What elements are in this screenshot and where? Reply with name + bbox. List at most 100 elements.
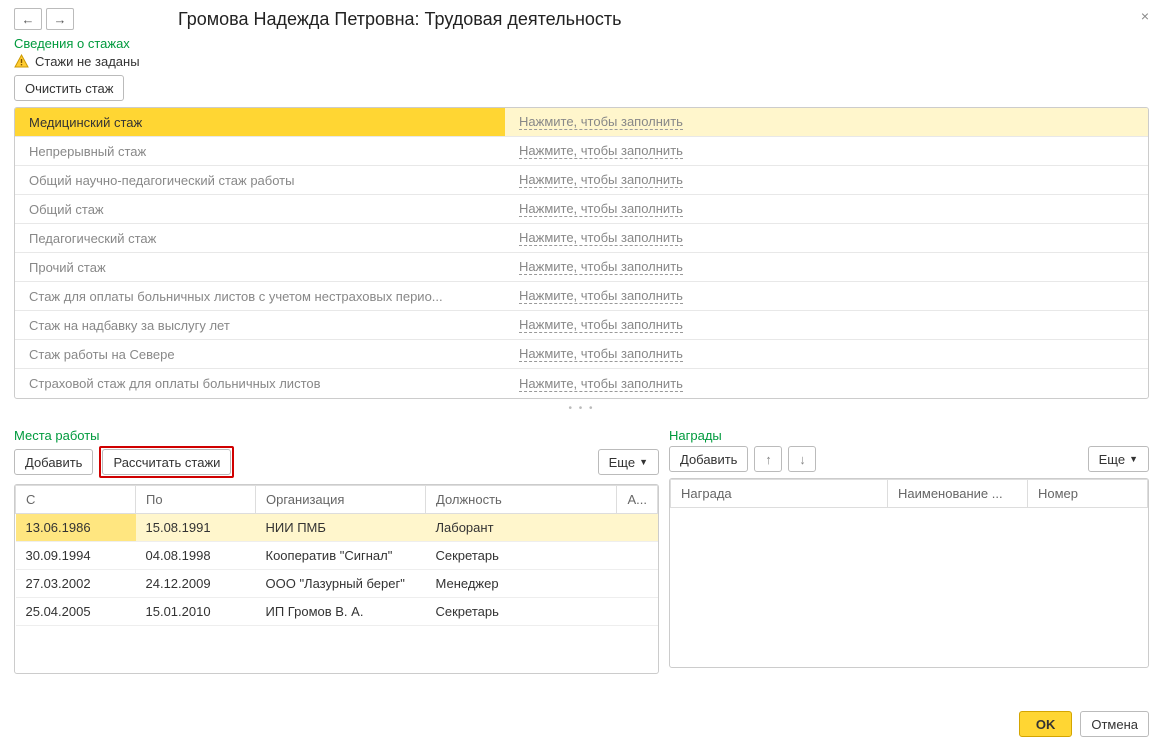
staj-type-name: Педагогический стаж xyxy=(15,224,505,252)
cell-to: 24.12.2009 xyxy=(136,570,256,598)
awards-more-button[interactable]: Еще ▼ xyxy=(1088,446,1149,472)
staj-fill-cell: Нажмите, чтобы заполнить xyxy=(505,108,1148,136)
staj-fill-link[interactable]: Нажмите, чтобы заполнить xyxy=(519,259,683,275)
more-label: Еще xyxy=(1099,452,1125,467)
col-award-num[interactable]: Номер xyxy=(1028,480,1148,508)
cell-from: 30.09.1994 xyxy=(16,542,136,570)
staj-fill-cell: Нажмите, чтобы заполнить xyxy=(505,137,1148,165)
staj-type-row[interactable]: Страховой стаж для оплаты больничных лис… xyxy=(15,369,1148,398)
col-last[interactable]: А... xyxy=(617,486,658,514)
staj-type-name: Стаж работы на Севере xyxy=(15,340,505,368)
staj-fill-link[interactable]: Нажмите, чтобы заполнить xyxy=(519,376,683,392)
cell-pos: Лаборант xyxy=(426,514,617,542)
cell-last xyxy=(617,570,658,598)
window: ← → Громова Надежда Петровна: Трудовая д… xyxy=(0,0,1163,749)
staj-fill-cell: Нажмите, чтобы заполнить xyxy=(505,340,1148,368)
staj-fill-cell: Нажмите, чтобы заполнить xyxy=(505,282,1148,310)
chevron-down-icon: ▼ xyxy=(639,457,648,467)
staj-fill-cell: Нажмите, чтобы заполнить xyxy=(505,311,1148,339)
move-down-button[interactable]: ↓ xyxy=(788,446,816,472)
calc-highlight: Рассчитать стажи xyxy=(99,446,234,478)
cell-pos: Секретарь xyxy=(426,542,617,570)
col-award-name[interactable]: Наименование ... xyxy=(888,480,1028,508)
cell-from: 27.03.2002 xyxy=(16,570,136,598)
table-row[interactable]: 30.09.199404.08.1998Кооператив "Сигнал"С… xyxy=(16,542,658,570)
staj-type-row[interactable]: Педагогический стаж Нажмите, чтобы заполн… xyxy=(15,224,1148,253)
workplaces-grid[interactable]: С По Организация Должность А... 13.06.19… xyxy=(14,484,659,674)
cell-from: 25.04.2005 xyxy=(16,598,136,626)
cell-pos: Менеджер xyxy=(426,570,617,598)
staj-types-table: Медицинский стажНажмите, чтобы заполнить… xyxy=(14,107,1149,399)
cell-last xyxy=(617,598,658,626)
staj-fill-cell: Нажмите, чтобы заполнить xyxy=(505,224,1148,252)
staj-fill-link[interactable]: Нажмите, чтобы заполнить xyxy=(519,346,683,362)
col-to[interactable]: По xyxy=(136,486,256,514)
cell-from: 13.06.1986 xyxy=(16,514,136,542)
workplaces-more-button[interactable]: Еще ▼ xyxy=(598,449,659,475)
nav-back-button[interactable]: ← xyxy=(14,8,42,30)
table-row[interactable]: 25.04.200515.01.2010ИП Громов В. А.Секре… xyxy=(16,598,658,626)
awards-add-button[interactable]: Добавить xyxy=(669,446,748,472)
chevron-down-icon: ▼ xyxy=(1129,454,1138,464)
clear-staj-button[interactable]: Очистить стаж xyxy=(14,75,124,101)
staj-type-name: Общий научно-педагогический стаж работы xyxy=(15,166,505,194)
nav-forward-button[interactable]: → xyxy=(46,8,74,30)
workplaces-add-button[interactable]: Добавить xyxy=(14,449,93,475)
cell-to: 15.01.2010 xyxy=(136,598,256,626)
warning-icon xyxy=(14,54,29,69)
staj-type-row[interactable]: Медицинский стажНажмите, чтобы заполнить xyxy=(15,108,1148,137)
staj-type-row[interactable]: Прочий стаж Нажмите, чтобы заполнить xyxy=(15,253,1148,282)
cell-org: ООО "Лазурный берег" xyxy=(256,570,426,598)
footer-buttons: OK Отмена xyxy=(1019,711,1149,737)
cell-to: 15.08.1991 xyxy=(136,514,256,542)
staj-fill-link[interactable]: Нажмите, чтобы заполнить xyxy=(519,317,683,333)
cell-org: ИП Громов В. А. xyxy=(256,598,426,626)
awards-label: Награды xyxy=(669,428,1149,443)
cell-last xyxy=(617,514,658,542)
staj-type-row[interactable]: Общий стаж Нажмите, чтобы заполнить xyxy=(15,195,1148,224)
staj-warning-text: Стажи не заданы xyxy=(35,54,140,69)
cell-last xyxy=(617,542,658,570)
table-row[interactable]: 13.06.198615.08.1991НИИ ПМБЛаборант xyxy=(16,514,658,542)
staj-type-name: Страховой стаж для оплаты больничных лис… xyxy=(15,369,505,398)
staj-fill-cell: Нажмите, чтобы заполнить xyxy=(505,195,1148,223)
staj-fill-cell: Нажмите, чтобы заполнить xyxy=(505,369,1148,398)
cell-org: Кооператив "Сигнал" xyxy=(256,542,426,570)
col-pos[interactable]: Должность xyxy=(426,486,617,514)
staj-type-row[interactable]: Общий научно-педагогический стаж работы Н… xyxy=(15,166,1148,195)
workplaces-label: Места работы xyxy=(14,428,659,443)
staj-fill-link[interactable]: Нажмите, чтобы заполнить xyxy=(519,143,683,159)
more-label: Еще xyxy=(609,455,635,470)
staj-fill-link[interactable]: Нажмите, чтобы заполнить xyxy=(519,201,683,217)
col-award[interactable]: Награда xyxy=(671,480,888,508)
move-up-button[interactable]: ↑ xyxy=(754,446,782,472)
splitter-handle[interactable]: • • • xyxy=(14,403,1149,414)
staj-type-name: Общий стаж xyxy=(15,195,505,223)
col-from[interactable]: С xyxy=(16,486,136,514)
cell-pos: Секретарь xyxy=(426,598,617,626)
col-org[interactable]: Организация xyxy=(256,486,426,514)
staj-type-row[interactable]: Непрерывный стажНажмите, чтобы заполнить xyxy=(15,137,1148,166)
staj-type-row[interactable]: Стаж работы на Севере Нажмите, чтобы запо… xyxy=(15,340,1148,369)
cell-to: 04.08.1998 xyxy=(136,542,256,570)
calc-staj-button[interactable]: Рассчитать стажи xyxy=(102,449,231,475)
workplaces-toolbar: Добавить Рассчитать стажи Еще ▼ xyxy=(14,446,659,478)
staj-type-row[interactable]: Стаж на надбавку за выслугу летНажмите, … xyxy=(15,311,1148,340)
staj-type-row[interactable]: Стаж для оплаты больничных листов с учет… xyxy=(15,282,1148,311)
cancel-button[interactable]: Отмена xyxy=(1080,711,1149,737)
ok-button[interactable]: OK xyxy=(1019,711,1073,737)
cell-org: НИИ ПМБ xyxy=(256,514,426,542)
arrow-down-icon: ↓ xyxy=(799,452,806,467)
staj-fill-cell: Нажмите, чтобы заполнить xyxy=(505,253,1148,281)
staj-fill-link[interactable]: Нажмите, чтобы заполнить xyxy=(519,172,683,188)
staj-fill-link[interactable]: Нажмите, чтобы заполнить xyxy=(519,114,683,130)
awards-grid[interactable]: Награда Наименование ... Номер xyxy=(669,478,1149,668)
staj-fill-link[interactable]: Нажмите, чтобы заполнить xyxy=(519,288,683,304)
staj-type-name: Стаж для оплаты больничных листов с учет… xyxy=(15,282,505,310)
staj-section-label: Сведения о стажах xyxy=(14,36,1149,51)
staj-fill-link[interactable]: Нажмите, чтобы заполнить xyxy=(519,230,683,246)
table-row[interactable]: 27.03.200224.12.2009ООО "Лазурный берег"… xyxy=(16,570,658,598)
staj-fill-cell: Нажмите, чтобы заполнить xyxy=(505,166,1148,194)
close-icon[interactable]: × xyxy=(1141,8,1149,24)
staj-type-name: Прочий стаж xyxy=(15,253,505,281)
